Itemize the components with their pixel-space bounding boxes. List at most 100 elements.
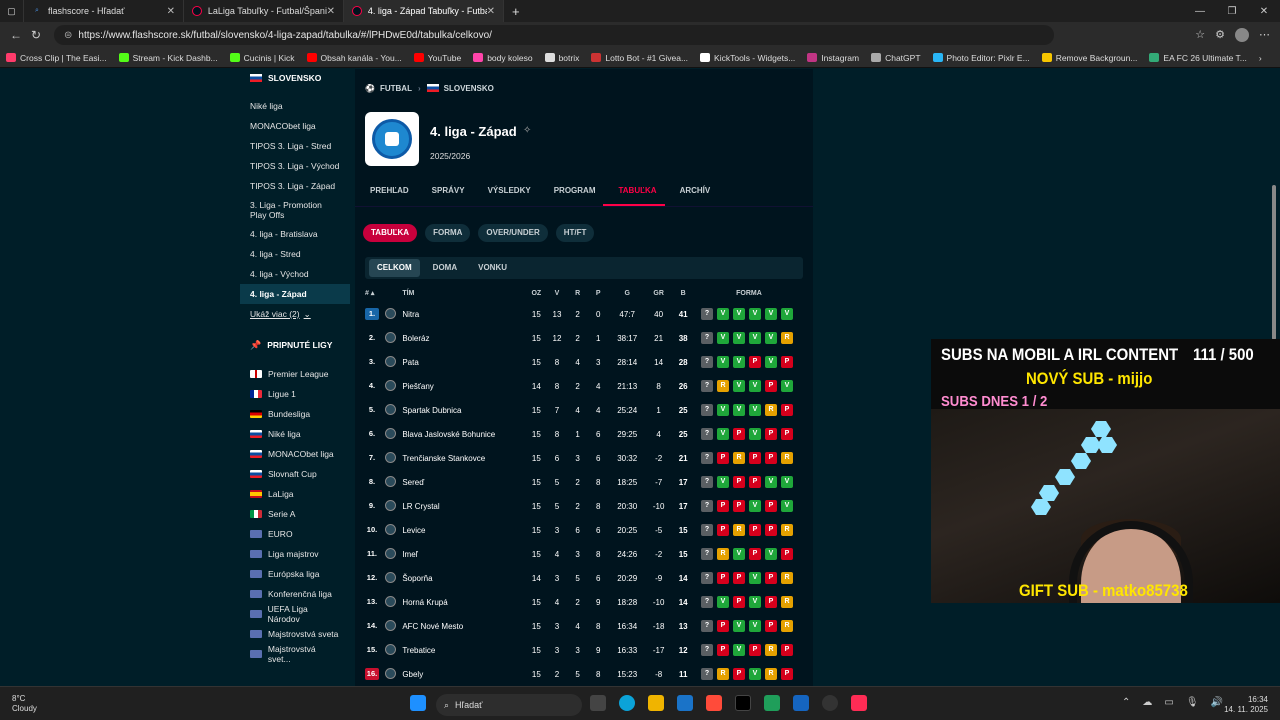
header-rank[interactable]: # ▴ bbox=[365, 289, 385, 297]
team-name[interactable]: Trebatice bbox=[402, 646, 526, 655]
table-row[interactable]: 4. Piešťany 14 8 2 4 21:13 8 26? R V V P V bbox=[365, 374, 803, 398]
form-badge[interactable]: V bbox=[732, 380, 745, 392]
form-badge[interactable]: V bbox=[764, 332, 777, 344]
pinned-league-item[interactable]: Európska liga bbox=[240, 564, 350, 584]
form-badge[interactable]: P bbox=[732, 596, 745, 608]
form-badge[interactable]: V bbox=[748, 500, 761, 512]
form-badge[interactable]: V bbox=[732, 332, 745, 344]
form-badge[interactable]: V bbox=[748, 428, 761, 440]
form-badge[interactable]: R bbox=[732, 452, 745, 464]
form-badge[interactable]: P bbox=[764, 428, 777, 440]
team-name[interactable]: LR Crystal bbox=[402, 502, 526, 511]
form-badge[interactable]: R bbox=[780, 596, 793, 608]
sidebar-league-item[interactable]: Niké liga bbox=[240, 96, 350, 116]
form-badge[interactable]: R bbox=[780, 572, 793, 584]
pinned-league-item[interactable]: Bundesliga bbox=[240, 404, 350, 424]
form-badge[interactable]: P bbox=[732, 500, 745, 512]
form-badge[interactable]: V bbox=[732, 404, 745, 416]
browser-tab[interactable]: ⌕ flashscore - Hľadať ✕ bbox=[24, 0, 184, 22]
next-match-badge[interactable]: ? bbox=[700, 596, 713, 608]
table-row[interactable]: 10. Levice 15 3 6 6 20:25 -5 15? P R P P R bbox=[365, 518, 803, 542]
team-name[interactable]: Trenčianske Stankovce bbox=[402, 454, 526, 463]
form-badge[interactable]: R bbox=[764, 404, 777, 416]
tab-spravy[interactable]: SPRÁVY bbox=[417, 181, 473, 206]
bookmark-item[interactable]: Obsah kanála - You... bbox=[306, 53, 402, 63]
next-match-badge[interactable]: ? bbox=[700, 404, 713, 416]
next-match-badge[interactable]: ? bbox=[700, 332, 713, 344]
tab-archiv[interactable]: ARCHÍV bbox=[665, 181, 719, 206]
form-badge[interactable]: R bbox=[732, 524, 745, 536]
form-badge[interactable]: P bbox=[748, 548, 761, 560]
team-crest-icon[interactable] bbox=[384, 331, 396, 343]
pinned-league-item[interactable]: Majstrovstvá sveta bbox=[240, 624, 350, 644]
sidebar-league-item[interactable]: 3. Liga - Promotion Play Offs bbox=[240, 196, 350, 224]
form-badge[interactable]: P bbox=[748, 524, 761, 536]
tab-tabulka[interactable]: TABUĽKA bbox=[603, 181, 665, 206]
form-badge[interactable]: V bbox=[748, 380, 761, 392]
tab-prehlad[interactable]: PREHĽAD bbox=[355, 181, 417, 206]
team-name[interactable]: Nitra bbox=[402, 310, 526, 319]
site-info-icon[interactable]: ⊜ bbox=[64, 30, 72, 41]
form-badge[interactable]: R bbox=[780, 620, 793, 632]
next-match-badge[interactable]: ? bbox=[700, 524, 713, 536]
team-name[interactable]: Spartak Dubnica bbox=[402, 406, 526, 415]
header-g[interactable]: G bbox=[609, 290, 646, 297]
bookmark-item[interactable]: EA FC 26 Ultimate T... bbox=[1149, 53, 1247, 63]
team-name[interactable]: Šoporňa bbox=[402, 574, 526, 583]
pinned-league-item[interactable]: Serie A bbox=[240, 504, 350, 524]
form-badge[interactable]: V bbox=[748, 308, 761, 320]
profile-avatar[interactable] bbox=[1235, 28, 1249, 42]
team-crest-icon[interactable] bbox=[384, 643, 396, 655]
bookmark-item[interactable]: Stream - Kick Dashb... bbox=[118, 53, 218, 63]
form-badge[interactable]: V bbox=[748, 404, 761, 416]
obs-icon[interactable] bbox=[822, 695, 838, 711]
next-match-badge[interactable]: ? bbox=[700, 668, 713, 680]
sidebar-league-item[interactable]: TIPOS 3. Liga - Stred bbox=[240, 136, 350, 156]
form-badge[interactable]: P bbox=[716, 452, 729, 464]
header-p[interactable]: P bbox=[588, 290, 609, 297]
team-crest-icon[interactable] bbox=[384, 355, 396, 367]
team-name[interactable]: Horná Krupá bbox=[402, 598, 526, 607]
form-badge[interactable]: V bbox=[716, 428, 729, 440]
form-badge[interactable]: P bbox=[716, 644, 729, 656]
form-badge[interactable]: V bbox=[748, 596, 761, 608]
form-badge[interactable]: V bbox=[732, 308, 745, 320]
table-row[interactable]: 9. LR Crystal 15 5 2 8 20:30 -10 17? P P V P V bbox=[365, 494, 803, 518]
team-crest-icon[interactable] bbox=[384, 475, 396, 487]
table-row[interactable]: 12. Šoporňa 14 3 5 6 20:29 -9 14? P P V P R bbox=[365, 566, 803, 590]
sidebar-league-item[interactable]: 4. liga - Východ bbox=[240, 264, 350, 284]
volume-icon[interactable]: 🔊 bbox=[1211, 697, 1223, 708]
cloud-icon[interactable]: ☁ bbox=[1142, 697, 1152, 708]
form-badge[interactable]: V bbox=[780, 308, 793, 320]
pinned-league-item[interactable]: Liga majstrov bbox=[240, 544, 350, 564]
header-b[interactable]: B bbox=[671, 290, 695, 297]
form-badge[interactable]: P bbox=[732, 476, 745, 488]
extensions-icon[interactable]: ⚙ bbox=[1215, 28, 1225, 42]
form-badge[interactable]: V bbox=[716, 332, 729, 344]
chevron-up-icon[interactable]: ⌃ bbox=[1122, 697, 1130, 708]
form-badge[interactable]: R bbox=[780, 524, 793, 536]
pinned-league-item[interactable]: Premier League bbox=[240, 364, 350, 384]
team-name[interactable]: Sereď bbox=[402, 478, 526, 487]
subtab-tabulka[interactable]: TABUĽKA bbox=[363, 224, 418, 242]
team-crest-icon[interactable] bbox=[384, 595, 396, 607]
table-row[interactable]: 1. Nitra 15 13 2 0 47:7 40 41? V V V V V bbox=[365, 302, 803, 326]
next-match-badge[interactable]: ? bbox=[700, 620, 713, 632]
form-badge[interactable]: V bbox=[764, 548, 777, 560]
team-name[interactable]: Levice bbox=[402, 526, 526, 535]
header-v[interactable]: V bbox=[547, 290, 568, 297]
close-tab-icon[interactable]: ✕ bbox=[167, 6, 175, 17]
more-menu-icon[interactable]: ⋯ bbox=[1259, 28, 1270, 42]
breadcrumb-country[interactable]: SLOVENSKO bbox=[444, 84, 494, 93]
subtab-forma[interactable]: FORMA bbox=[425, 224, 471, 242]
notepad-icon[interactable] bbox=[764, 695, 780, 711]
next-match-badge[interactable]: ? bbox=[700, 380, 713, 392]
taskbar-search[interactable]: ⌕ Hľadať bbox=[436, 694, 582, 716]
form-badge[interactable]: V bbox=[716, 596, 729, 608]
form-badge[interactable]: P bbox=[780, 644, 793, 656]
close-tab-icon[interactable]: ✕ bbox=[487, 6, 495, 17]
form-badge[interactable]: P bbox=[764, 572, 777, 584]
edge-browser-icon[interactable] bbox=[619, 695, 635, 711]
form-badge[interactable]: R bbox=[716, 548, 729, 560]
form-badge[interactable]: P bbox=[732, 668, 745, 680]
